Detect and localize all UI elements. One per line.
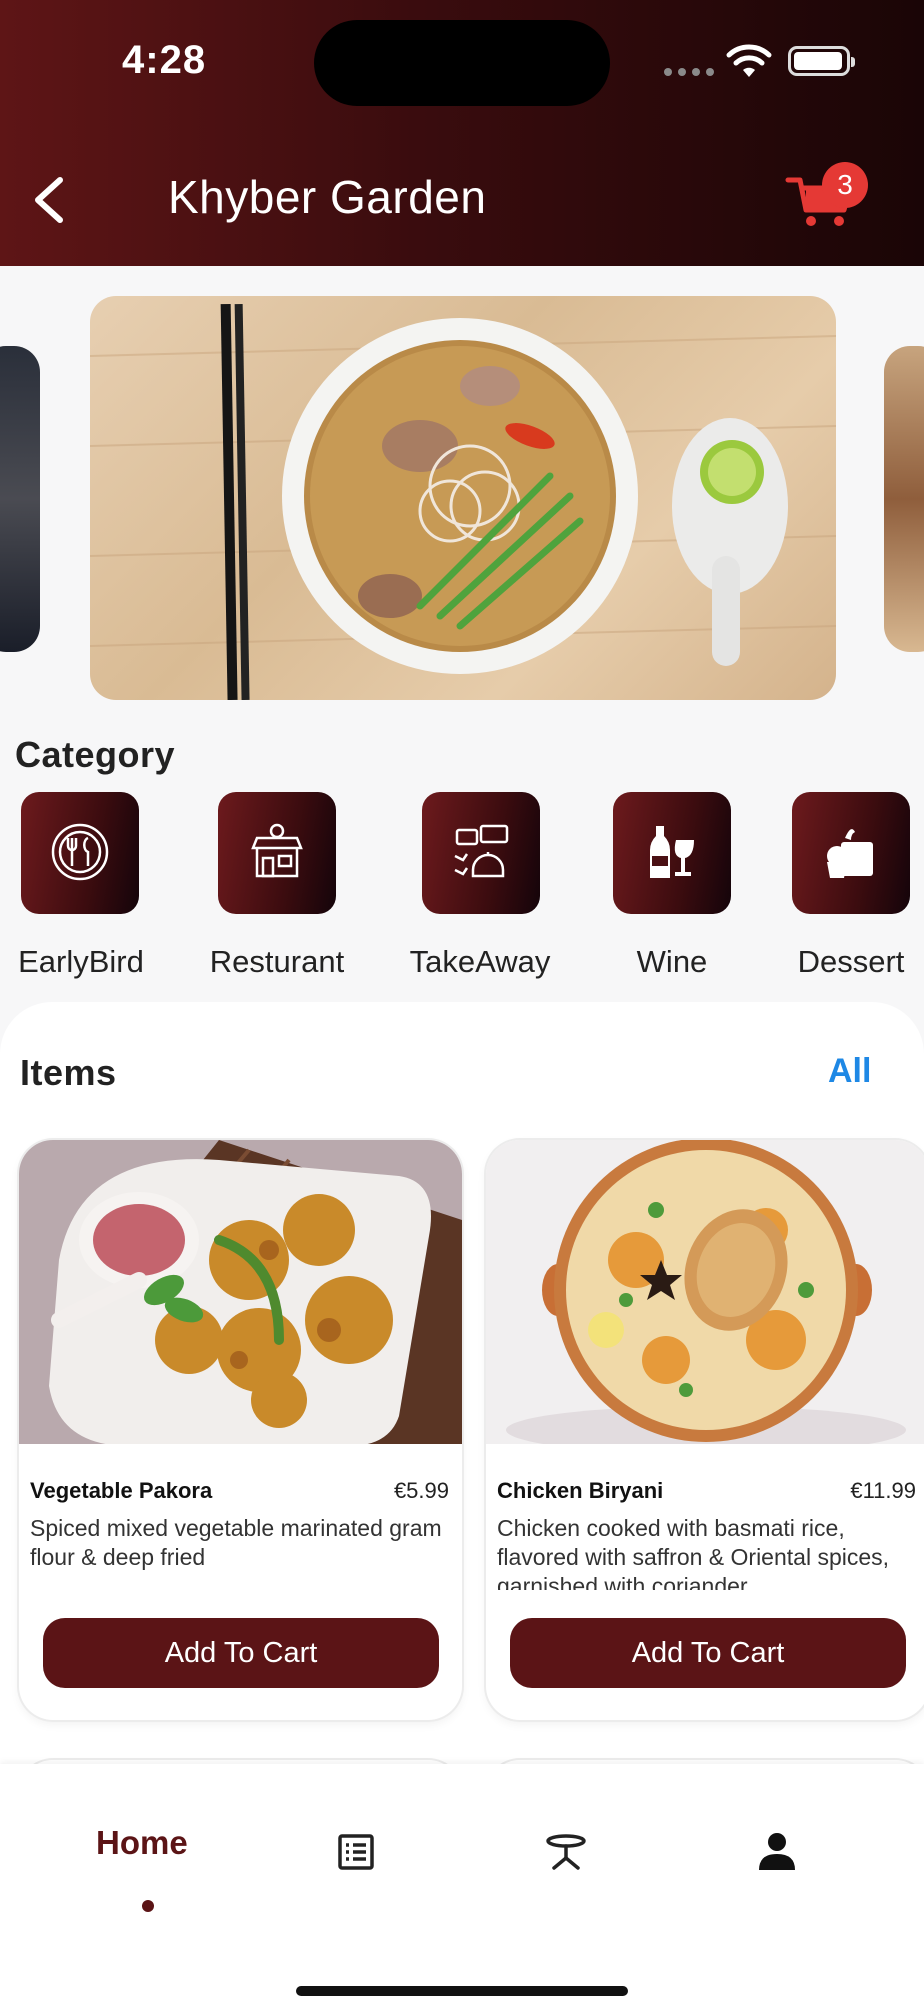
add-to-cart-button[interactable]: Add To Cart — [510, 1618, 906, 1688]
banner-slide-previous[interactable] — [0, 346, 40, 652]
back-button[interactable] — [24, 168, 80, 232]
item-name: Vegetable Pakora — [30, 1478, 213, 1503]
nav-home-tab[interactable]: Home — [96, 1824, 188, 1904]
item-description: Chicken cooked with basmati rice, flavor… — [497, 1515, 890, 1590]
category-earlybird[interactable]: EarlyBird — [0, 792, 166, 992]
dessert-icon — [827, 829, 873, 878]
category-label: Dessert — [797, 944, 905, 979]
nav-profile-tab[interactable] — [757, 1830, 797, 1874]
menu-list-icon — [338, 1834, 374, 1870]
items-heading: Items — [20, 1052, 117, 1093]
category-label: EarlyBird — [18, 944, 144, 979]
pho-soup-image — [90, 303, 836, 700]
dynamic-island — [314, 20, 610, 106]
item-card-vegetable-pakora[interactable]: Vegetable Pakora €5.99 Spiced mixed vege… — [19, 1140, 462, 1720]
chicken-biryani-image — [486, 1140, 924, 1444]
category-dessert[interactable]: Dessert — [766, 792, 924, 992]
item-card-chicken-biryani[interactable]: Chicken Biryani €11.99 Chicken cooked wi… — [486, 1140, 924, 1720]
add-to-cart-button[interactable]: Add To Cart — [43, 1618, 439, 1688]
signal-icon — [664, 68, 714, 76]
nav-menu-tab[interactable] — [336, 1832, 376, 1872]
page-title: Khyber Garden — [168, 171, 487, 223]
item-description: Spiced mixed vegetable marinated gram fl… — [30, 1515, 442, 1570]
category-takeaway[interactable]: TakeAway — [395, 792, 565, 992]
category-resturant[interactable]: Resturant — [192, 792, 362, 992]
cart-count-badge: 3 — [822, 162, 868, 208]
nav-table-tab[interactable] — [544, 1832, 588, 1872]
item-price: €11.99 — [850, 1478, 916, 1503]
table-icon — [546, 1834, 586, 1870]
category-label: TakeAway — [409, 944, 551, 979]
item-price: €5.99 — [393, 1478, 449, 1503]
banner-slide-next[interactable] — [884, 346, 924, 652]
vegetable-pakora-image — [19, 1140, 462, 1444]
category-label: Wine — [636, 944, 708, 979]
view-all-link[interactable]: All — [828, 1052, 871, 1091]
app-header: 4:28 Khyber Garden 3 — [0, 0, 924, 266]
app-screen: 4:28 Khyber Garden 3 Category EarlyBird … — [0, 0, 924, 2000]
category-wine[interactable]: Wine — [587, 792, 757, 992]
restaurant-icon — [251, 823, 303, 878]
plate-cutlery-icon — [51, 823, 109, 881]
category-heading: Category — [15, 734, 176, 775]
item-name: Chicken Biryani — [497, 1478, 664, 1503]
wine-icon — [650, 826, 694, 878]
battery-icon — [788, 46, 855, 76]
profile-icon — [759, 1833, 795, 1870]
banner-carousel[interactable] — [0, 266, 924, 716]
banner-slide-pho-soup[interactable] — [90, 296, 836, 700]
wifi-icon — [726, 44, 772, 77]
chevron-left-icon — [35, 177, 63, 223]
status-time: 4:28 — [122, 38, 207, 82]
takeaway-icon — [454, 824, 509, 878]
nav-active-indicator — [142, 1900, 154, 1912]
category-label: Resturant — [209, 944, 345, 979]
home-indicator[interactable] — [296, 1986, 628, 1996]
